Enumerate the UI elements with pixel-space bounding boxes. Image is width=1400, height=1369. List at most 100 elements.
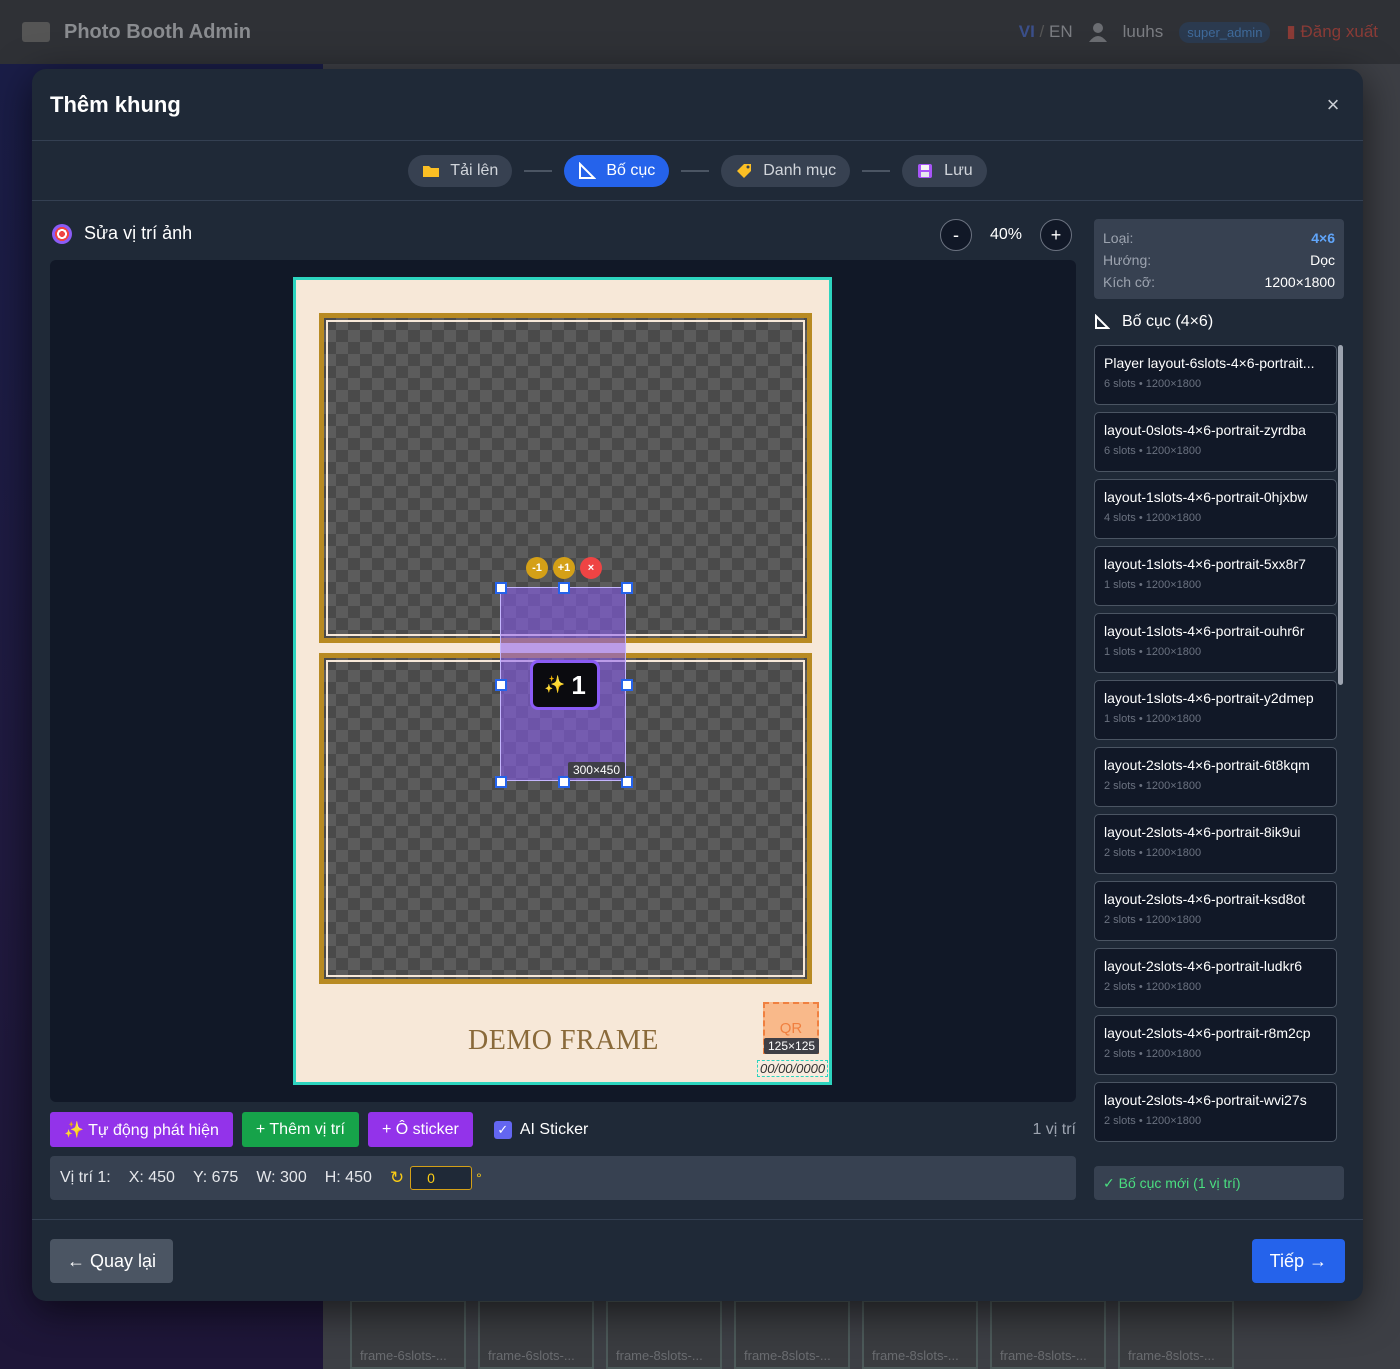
new-layout-status: ✓ Bố cục mới (1 vị trí) (1094, 1166, 1344, 1200)
zoom-in-button[interactable]: + (1040, 219, 1072, 251)
background-frame-thumb: frame-6slots-... (478, 1300, 594, 1369)
background-thumbnails: frame-6slots-... frame-6slots-... frame-8s… (350, 1300, 1234, 1369)
layout-item-meta: 2 slots • 1200×1800 (1104, 1048, 1202, 1060)
resize-handle-n[interactable] (558, 582, 570, 594)
layout-item[interactable]: layout-2slots-4×6-portrait-wvi27s 2 slots… (1094, 1082, 1337, 1142)
step-connector (524, 169, 553, 172)
background-frame-thumb: frame-6slots-... (350, 1300, 466, 1369)
layout-item[interactable]: layout-2slots-4×6-portrait-r8m2cp 2 slots… (1094, 1015, 1337, 1075)
step-layout[interactable]: Bố cục (564, 154, 670, 187)
resize-handle-ne[interactable] (621, 582, 633, 594)
close-icon[interactable]: × (1321, 92, 1345, 117)
layout-item-name: layout-1slots-4×6-portrait-ouhr6r (1104, 623, 1305, 639)
canvas-area[interactable]: DEMO FRAME QR 125×125 00/00/0000 -1 +1 × (50, 260, 1076, 1102)
step-connector (862, 169, 891, 172)
position-w: W: 300 (256, 1169, 307, 1186)
step-label: Lưu (944, 161, 973, 179)
background-frame-caption: frame-8slots-... (1000, 1348, 1087, 1363)
next-button[interactable]: Tiếp → (1251, 1239, 1345, 1283)
position-number-badge: ✨ 1 (530, 660, 600, 710)
add-sticker-button[interactable]: + Ô sticker (367, 1112, 473, 1147)
layout-item-meta: 2 slots • 1200×1800 (1104, 914, 1202, 926)
degree-symbol: ° (476, 1170, 482, 1186)
position-number: 1 (571, 669, 586, 700)
layout-item[interactable]: layout-2slots-4×6-portrait-8ik9ui 2 slots… (1094, 814, 1337, 874)
layout-list[interactable]: Player layout-6slots-4×6-portrait... 6 sl… (1094, 345, 1342, 1155)
checkbox-checked-icon[interactable]: ✓ (493, 1120, 512, 1139)
layout-item[interactable]: layout-2slots-4×6-portrait-ksd8ot 2 slots… (1094, 881, 1337, 941)
layout-item-name: layout-2slots-4×6-portrait-ludkr6 (1104, 958, 1303, 974)
background-frame-caption: frame-8slots-... (872, 1348, 959, 1363)
layout-item[interactable]: layout-0slots-4×6-portrait-zyrdba 6 slots… (1094, 412, 1337, 472)
editor-title-label: Sửa vị trí ảnh (84, 223, 193, 243)
lang-vi[interactable]: VI (1019, 22, 1035, 41)
background-frame-caption: frame-6slots-... (488, 1348, 575, 1363)
layout-item-meta: 6 slots • 1200×1800 (1104, 445, 1202, 457)
role-badge: super_admin (1179, 21, 1271, 43)
layout-item[interactable]: layout-1slots-4×6-portrait-y2dmep 1 slots… (1094, 680, 1337, 740)
layout-item-meta: 2 slots • 1200×1800 (1104, 1115, 1202, 1127)
step-label: Tải lên (450, 161, 499, 179)
camera-icon (22, 22, 50, 42)
qr-label: QR (779, 1020, 803, 1037)
ai-sticker-toggle[interactable]: ✓ AI Sticker (493, 1120, 589, 1139)
layout-item-meta: 2 slots • 1200×1800 (1104, 981, 1202, 993)
delete-position-button[interactable]: × (580, 557, 602, 579)
type-key: Loại: (1103, 230, 1134, 246)
resize-handle-w[interactable] (495, 679, 507, 691)
step-connector (681, 169, 710, 172)
layout-item-name: layout-2slots-4×6-portrait-6t8kqm (1104, 757, 1310, 773)
back-button[interactable]: ← Quay lại (50, 1239, 174, 1283)
position-y: Y: 675 (192, 1169, 239, 1186)
position-label: Vị trí 1: (60, 1169, 111, 1186)
layer-down-button[interactable]: -1 (526, 557, 548, 579)
position-details: Vị trí 1: X: 450 Y: 675 W: 300 H: 450 ↻ … (50, 1156, 1076, 1200)
user-icon (1088, 23, 1107, 42)
layout-item[interactable]: layout-2slots-4×6-portrait-6t8kqm 2 slots… (1094, 747, 1337, 807)
lang-en[interactable]: EN (1049, 22, 1073, 41)
step-upload[interactable]: Tải lên (408, 154, 513, 187)
size-key: Kích cỡ: (1103, 274, 1155, 290)
resize-handle-sw[interactable] (495, 776, 507, 788)
save-icon (918, 163, 933, 178)
ai-sticker-label: AI Sticker (519, 1120, 589, 1138)
scrollbar-thumb[interactable] (1338, 345, 1343, 685)
layout-item-name: layout-1slots-4×6-portrait-y2dmep (1104, 690, 1314, 706)
resize-handle-nw[interactable] (495, 582, 507, 594)
layout-item[interactable]: layout-2slots-4×6-portrait-ludkr6 2 slots… (1094, 948, 1337, 1008)
layout-icon (1095, 314, 1110, 329)
step-save[interactable]: Lưu (902, 154, 987, 187)
layer-up-button[interactable]: +1 (553, 557, 575, 579)
app-header: Photo Booth Admin VI / EN luuhs super_ad… (0, 0, 1400, 64)
zoom-out-button[interactable]: - (940, 219, 972, 251)
modal-title: Thêm khung (50, 91, 181, 117)
step-category[interactable]: Danh mục (721, 154, 851, 187)
step-label: Danh mục (763, 161, 837, 179)
layout-item[interactable]: layout-1slots-4×6-portrait-0hjxbw 4 slots… (1094, 479, 1337, 539)
layout-list-scrollbar[interactable] (1338, 345, 1343, 1155)
background-frame-thumb: frame-8slots-... (862, 1300, 978, 1369)
layout-icon (579, 161, 597, 179)
background-frame-caption: frame-6slots-... (360, 1348, 447, 1363)
layout-item[interactable]: layout-1slots-4×6-portrait-ouhr6r 1 slots… (1094, 613, 1337, 673)
resize-handle-e[interactable] (621, 679, 633, 691)
sparkle-icon: ✨ (544, 675, 566, 694)
tag-icon (737, 163, 752, 178)
rotation-input[interactable] (410, 1166, 473, 1190)
date-placeholder[interactable]: 00/00/0000 (757, 1060, 829, 1077)
layout-item[interactable]: layout-1slots-4×6-portrait-5xx8r7 1 slots… (1094, 546, 1337, 606)
background-frame-thumb: frame-8slots-... (1118, 1300, 1234, 1369)
layout-item-name: layout-2slots-4×6-portrait-8ik9ui (1104, 824, 1301, 840)
folder-icon (423, 165, 440, 177)
background-frame-caption: frame-8slots-... (616, 1348, 703, 1363)
orientation-value: Dọc (1310, 252, 1335, 268)
logout-link[interactable]: ▮ Đăng xuất (1286, 22, 1378, 42)
layout-item[interactable]: Player layout-6slots-4×6-portrait... 6 sl… (1094, 345, 1337, 405)
type-value: 4×6 (1311, 230, 1335, 246)
add-position-button[interactable]: + Thêm vị trí (241, 1112, 359, 1147)
auto-detect-button[interactable]: ✨ Tự động phát hiện (50, 1112, 233, 1147)
background-frame-thumb: frame-8slots-... (606, 1300, 722, 1369)
selected-position[interactable]: ✨ 1 300×450 (495, 582, 633, 788)
lang-switch[interactable]: VI / EN (1019, 22, 1073, 42)
frame-preview: DEMO FRAME QR 125×125 00/00/0000 -1 +1 × (293, 277, 832, 1085)
